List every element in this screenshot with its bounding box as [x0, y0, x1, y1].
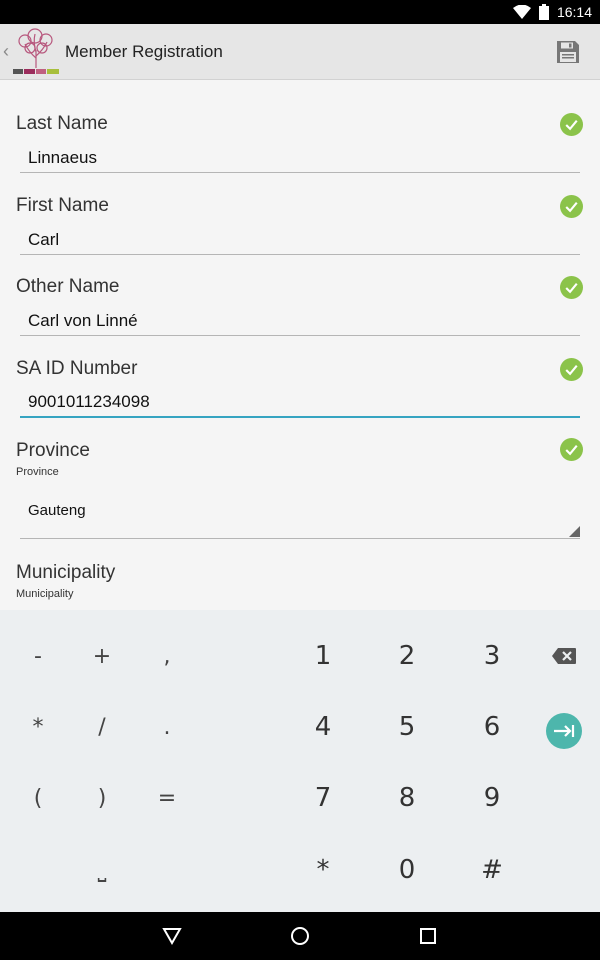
check-icon: [560, 113, 583, 136]
province-dropdown[interactable]: Gauteng: [20, 495, 580, 539]
key-comma[interactable]: ,: [132, 626, 202, 686]
key-star[interactable]: *: [288, 840, 358, 900]
home-nav-button[interactable]: [288, 924, 312, 948]
navigation-bar: [0, 912, 600, 960]
key-space[interactable]: ⎵: [67, 840, 137, 900]
page-title: Member Registration: [65, 42, 223, 61]
key-asterisk[interactable]: *: [3, 697, 73, 757]
dropdown-selected-value: Gauteng: [28, 502, 86, 519]
battery-icon: [538, 4, 549, 20]
numeric-keyboard: - + , 1 2 3 * / . 4 5 6 ( ) = 7 8 9 ⎵ * …: [0, 610, 600, 912]
key-plus[interactable]: +: [67, 626, 137, 686]
key-4[interactable]: 4: [288, 697, 358, 757]
field-label: Last Name: [16, 113, 108, 134]
next-field-icon: [546, 713, 582, 749]
field-label: Municipality: [16, 562, 116, 583]
key-7[interactable]: 7: [288, 768, 358, 828]
key-equals[interactable]: =: [132, 768, 202, 828]
field-label: SA ID Number: [16, 358, 138, 379]
key-3[interactable]: 3: [457, 626, 527, 686]
key-9[interactable]: 9: [457, 768, 527, 828]
home-nav-icon: [291, 927, 309, 945]
field-label: First Name: [16, 195, 109, 216]
wifi-icon: [512, 5, 531, 19]
key-left-paren[interactable]: (: [3, 768, 73, 828]
registration-form: Last Name First Name Other Name SA ID Nu…: [0, 80, 600, 610]
key-2[interactable]: 2: [372, 626, 442, 686]
key-right-paren[interactable]: ): [67, 768, 137, 828]
key-period[interactable]: .: [132, 697, 202, 757]
key-8[interactable]: 8: [372, 768, 442, 828]
back-nav-button[interactable]: [160, 924, 184, 948]
save-button[interactable]: [552, 36, 584, 68]
app-logo[interactable]: [11, 28, 61, 76]
backspace-key[interactable]: [529, 626, 599, 686]
key-hash[interactable]: #: [457, 840, 527, 900]
check-icon: [560, 358, 583, 381]
next-field-key[interactable]: [529, 701, 599, 761]
sa-id-number-input[interactable]: [20, 388, 580, 418]
field-label: Province: [16, 440, 90, 461]
backspace-icon: [552, 648, 576, 664]
clock: 16:14: [556, 4, 592, 20]
key-1[interactable]: 1: [288, 626, 358, 686]
field-province: Province Province Gauteng: [0, 438, 600, 540]
back-nav-icon: [162, 928, 182, 945]
other-name-input[interactable]: [20, 306, 580, 336]
field-other-name: Other Name: [0, 276, 600, 346]
save-icon: [557, 41, 579, 63]
check-icon: [560, 438, 583, 461]
field-sublabel: Province: [16, 466, 59, 478]
field-municipality: Municipality Municipality: [0, 562, 600, 610]
last-name-input[interactable]: [20, 143, 580, 173]
recents-nav-button[interactable]: [416, 924, 440, 948]
key-6[interactable]: 6: [457, 697, 527, 757]
check-icon: [560, 195, 583, 218]
action-bar: ‹ Member Registration: [0, 24, 600, 80]
field-last-name: Last Name: [0, 113, 600, 183]
first-name-input[interactable]: [20, 225, 580, 255]
key-minus[interactable]: -: [3, 626, 73, 686]
key-5[interactable]: 5: [372, 697, 442, 757]
field-first-name: First Name: [0, 195, 600, 265]
key-0[interactable]: 0: [372, 840, 442, 900]
recents-nav-icon: [420, 928, 436, 944]
field-label: Other Name: [16, 276, 120, 297]
dropdown-arrow-icon: [569, 526, 580, 537]
field-sa-id-number: SA ID Number: [0, 358, 600, 428]
field-sublabel: Municipality: [16, 588, 74, 600]
key-slash[interactable]: /: [67, 697, 137, 757]
check-icon: [560, 276, 583, 299]
status-bar: 16:14: [0, 0, 600, 24]
up-chevron-icon[interactable]: ‹: [3, 41, 9, 61]
